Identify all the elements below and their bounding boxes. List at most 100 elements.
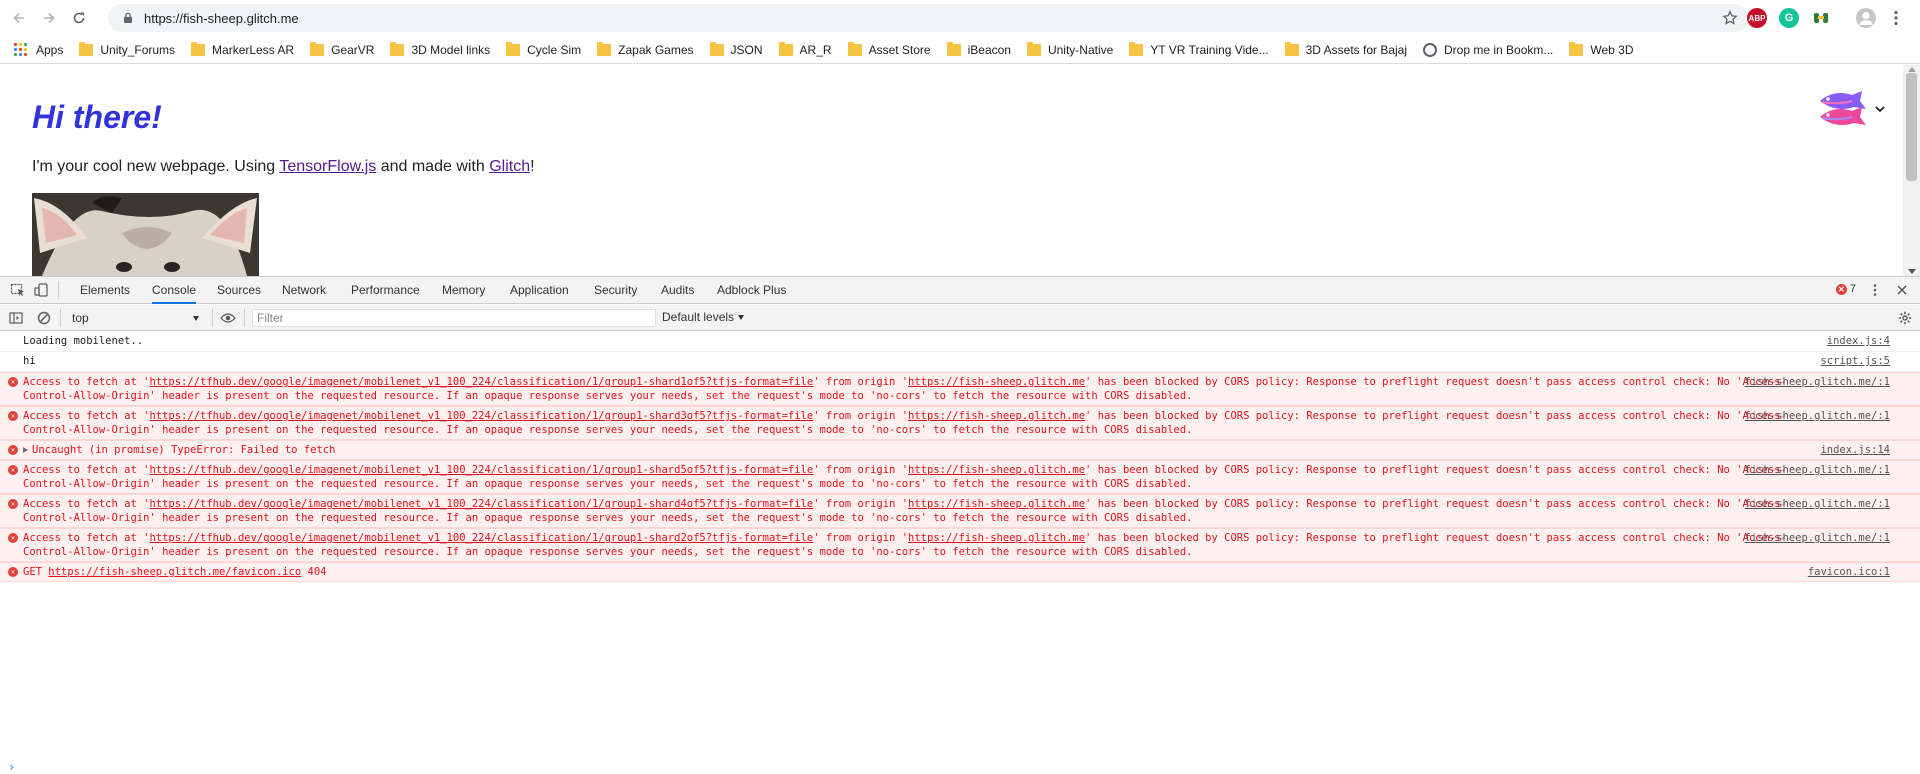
console-filter-input[interactable] [252, 309, 656, 327]
bookmark-web-3d[interactable]: Web 3D [1561, 37, 1641, 63]
console-error-row: ✕ Access to fetch at 'https://tfhub.dev/g… [0, 494, 1920, 528]
log-levels-dropdown[interactable]: Default levels [662, 310, 745, 324]
tensorflow-link[interactable]: TensorFlow.js [279, 158, 376, 175]
fetch-url-link[interactable]: https://tfhub.dev/google/imagenet/mobile… [149, 376, 813, 388]
console-message: hi [23, 355, 1800, 369]
toolbar-divider [212, 309, 213, 327]
console-message: Access to fetch at 'https://tfhub.dev/go… [23, 532, 1800, 559]
inspect-element-icon[interactable] [10, 283, 26, 297]
bookmark-label: GearVR [331, 42, 375, 57]
source-link[interactable]: fish-sheep.glitch.me/:1 [1745, 410, 1890, 424]
source-link[interactable]: favicon.ico:1 [1808, 566, 1890, 580]
bookmark-unity-forums[interactable]: Unity_Forums [71, 37, 183, 63]
context-selector[interactable]: top [66, 309, 202, 327]
address-bar[interactable]: https://fish-sheep.glitch.me [108, 4, 1748, 32]
scroll-up-arrow-icon[interactable] [1908, 67, 1916, 72]
console-prompt-icon[interactable]: › [8, 760, 15, 774]
bookmark-ar-r[interactable]: AR_R [771, 37, 840, 63]
bookmark-drop-me-in-bookm[interactable]: Drop me in Bookm... [1415, 37, 1561, 63]
tab-performance[interactable]: Performance [351, 277, 420, 304]
glitch-fish-logo[interactable] [1816, 87, 1870, 131]
fetch-url-link[interactable]: https://tfhub.dev/google/imagenet/mobile… [149, 532, 813, 544]
bookmark-apps[interactable]: Apps [0, 37, 71, 63]
folder-icon [1569, 41, 1584, 56]
error-circle-icon: ✕ [8, 411, 18, 421]
tab-adblock-plus[interactable]: Adblock Plus [717, 277, 786, 304]
back-button[interactable] [8, 7, 30, 29]
bookmark-asset-store[interactable]: Asset Store [840, 37, 939, 63]
gear-icon[interactable] [1898, 311, 1912, 325]
console-message: Access to fetch at 'https://tfhub.dev/go… [23, 376, 1800, 403]
origin-link[interactable]: https://fish-sheep.glitch.me [908, 410, 1085, 422]
tab-console[interactable]: Console [152, 277, 197, 304]
bookmark-markerless-ar[interactable]: MarkerLess AR [183, 37, 302, 63]
bookmark-zapak-games[interactable]: Zapak Games [589, 37, 701, 63]
forward-button[interactable] [38, 7, 60, 29]
favicon-url-link[interactable]: https://fish-sheep.glitch.me/favicon.ico [48, 566, 301, 578]
browser-menu-button[interactable] [1886, 8, 1906, 28]
origin-link[interactable]: https://fish-sheep.glitch.me [908, 464, 1085, 476]
error-circle-icon: ✕ [8, 465, 18, 475]
adblock-plus-extension-icon[interactable]: ABP [1747, 8, 1767, 28]
close-icon[interactable] [1896, 284, 1908, 296]
bookmark-ibeacon[interactable]: iBeacon [939, 37, 1019, 63]
source-link[interactable]: fish-sheep.glitch.me/:1 [1745, 498, 1890, 512]
bookmark-json[interactable]: JSON [702, 37, 771, 63]
tab-audits[interactable]: Audits [661, 277, 694, 304]
source-link[interactable]: script.js:5 [1820, 355, 1890, 369]
error-counter[interactable]: ✕ 7 [1835, 283, 1856, 295]
origin-link[interactable]: https://fish-sheep.glitch.me [908, 376, 1085, 388]
profile-avatar-icon[interactable] [1856, 8, 1876, 28]
kebab-menu-icon[interactable] [1868, 283, 1882, 297]
toolbar-divider [60, 309, 61, 327]
error-circle-icon: ✕ [8, 533, 18, 543]
origin-link[interactable]: https://fish-sheep.glitch.me [908, 532, 1085, 544]
tab-network[interactable]: Network [282, 277, 326, 304]
bookmark-3d-model-links[interactable]: 3D Model links [382, 37, 498, 63]
tab-sources[interactable]: Sources [217, 277, 261, 304]
bookmark-label: 3D Assets for Bajaj [1305, 42, 1408, 57]
chevron-down-icon[interactable] [193, 316, 199, 321]
expand-triangle-icon[interactable] [23, 447, 28, 453]
bookmark-gearvr[interactable]: GearVR [302, 37, 382, 63]
tab-application[interactable]: Application [510, 277, 569, 304]
tab-memory[interactable]: Memory [442, 277, 485, 304]
device-toolbar-icon[interactable] [34, 283, 50, 297]
tab-security[interactable]: Security [594, 277, 637, 304]
bookmark-cycle-sim[interactable]: Cycle Sim [498, 37, 589, 63]
bookmark-unity-native[interactable]: Unity-Native [1019, 37, 1121, 63]
origin-link[interactable]: https://fish-sheep.glitch.me [908, 498, 1085, 510]
fetch-url-link[interactable]: https://tfhub.dev/google/imagenet/mobile… [149, 498, 813, 510]
reload-button[interactable] [68, 7, 90, 29]
source-link[interactable]: fish-sheep.glitch.me/:1 [1745, 464, 1890, 478]
source-link[interactable]: index.js:4 [1827, 335, 1890, 349]
url-text[interactable]: https://fish-sheep.glitch.me [144, 11, 299, 26]
clear-console-icon[interactable] [37, 311, 51, 325]
grammarly-extension-icon[interactable]: G [1779, 8, 1799, 28]
source-link[interactable]: fish-sheep.glitch.me/:1 [1745, 376, 1890, 390]
page-scrollbar[interactable] [1903, 65, 1920, 276]
sidebar-toggle-icon[interactable] [9, 311, 23, 325]
folder-icon [597, 41, 612, 56]
live-expression-icon[interactable] [220, 312, 236, 324]
bookmark-3d-assets-for-bajaj[interactable]: 3D Assets for Bajaj [1277, 37, 1415, 63]
source-link[interactable]: index.js:14 [1820, 444, 1890, 458]
fetch-url-link[interactable]: https://tfhub.dev/google/imagenet/mobile… [149, 410, 813, 422]
glitch-link[interactable]: Glitch [489, 158, 530, 175]
tab-elements[interactable]: Elements [80, 277, 130, 304]
apps-grid-icon [14, 42, 28, 57]
error-text: GET [23, 566, 49, 578]
source-link[interactable]: fish-sheep.glitch.me/:1 [1745, 532, 1890, 546]
bookmark-label: iBeacon [967, 42, 1011, 57]
page-intro: I'm your cool new webpage. Using TensorF… [32, 158, 535, 175]
fetch-url-link[interactable]: https://tfhub.dev/google/imagenet/mobile… [149, 464, 813, 476]
bookmark-yt-vr-training-vide[interactable]: YT VR Training Vide... [1121, 37, 1276, 63]
arrow-left-icon [13, 12, 24, 24]
extension-icon[interactable] [1811, 8, 1831, 28]
chevron-down-icon[interactable] [1874, 103, 1886, 115]
lock-icon[interactable] [122, 12, 134, 24]
scroll-thumb[interactable] [1906, 73, 1917, 181]
scroll-down-arrow-icon[interactable] [1908, 269, 1916, 274]
console-message: Uncaught (in promise) TypeError: Failed … [23, 444, 1800, 458]
star-icon[interactable] [1722, 10, 1738, 26]
